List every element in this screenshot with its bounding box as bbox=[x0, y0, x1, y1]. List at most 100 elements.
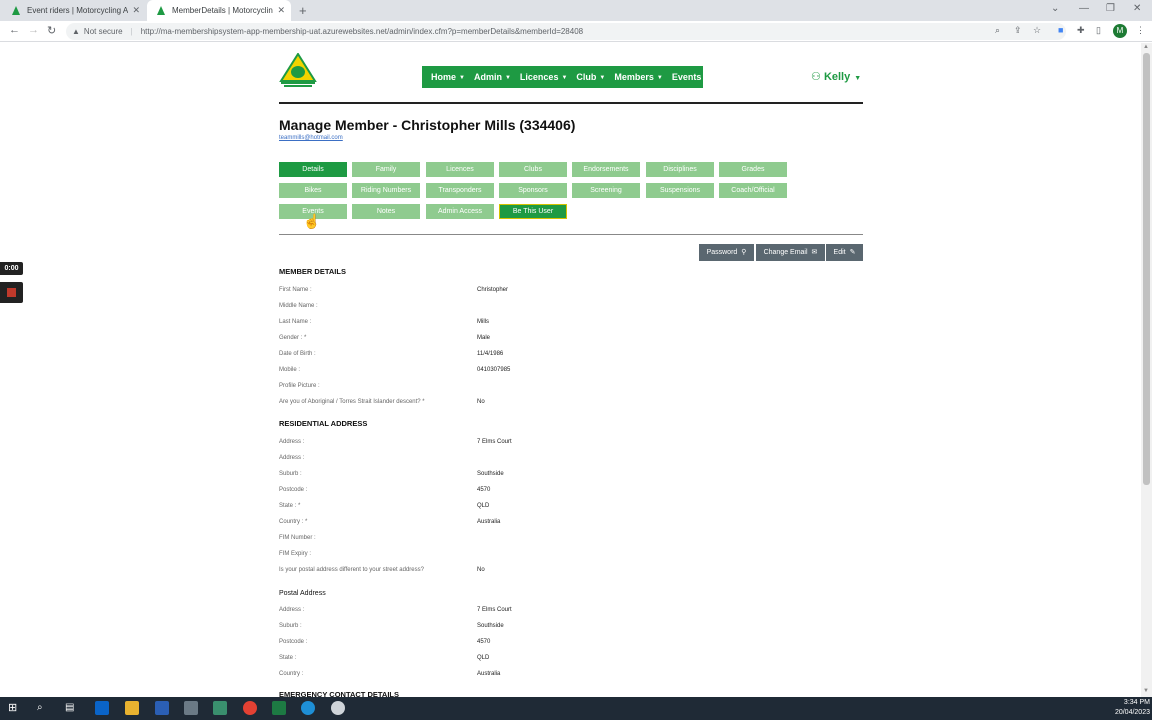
bookmark-star-icon[interactable]: ☆ bbox=[1033, 25, 1041, 36]
field-value: 0410307985 bbox=[477, 367, 511, 373]
extension-icon[interactable]: ■ bbox=[1058, 25, 1063, 35]
field-label: Date of Birth : bbox=[279, 351, 316, 357]
profile-avatar[interactable]: M bbox=[1113, 24, 1127, 38]
window-close-icon[interactable]: ✕ bbox=[1133, 3, 1141, 14]
field-value: Australia bbox=[477, 671, 501, 677]
excel-icon[interactable] bbox=[272, 701, 286, 715]
recorder-app-icon[interactable] bbox=[331, 701, 345, 715]
tab-riding-numbers[interactable]: Riding Numbers bbox=[352, 183, 420, 198]
field-label: Profile Picture : bbox=[279, 383, 320, 389]
windows-start-icon[interactable]: ⊞ bbox=[8, 701, 22, 715]
site-favicon-icon bbox=[12, 6, 21, 15]
tab-clubs[interactable]: Clubs bbox=[499, 162, 567, 177]
edit-button[interactable]: Edit ✎ bbox=[826, 244, 863, 261]
site-favicon-icon bbox=[157, 6, 166, 15]
tab-search-chevron-icon[interactable]: ⌄ bbox=[1051, 3, 1059, 14]
tab-suspensions[interactable]: Suspensions bbox=[646, 183, 714, 198]
nav-club[interactable]: Club ▼ bbox=[576, 72, 605, 82]
nav-admin-label: Admin bbox=[473, 72, 502, 82]
outlook-icon[interactable] bbox=[95, 701, 109, 715]
caret-down-icon: ▼ bbox=[656, 74, 663, 81]
motorcycling-australia-logo[interactable] bbox=[279, 53, 317, 89]
field-label: Postcode : bbox=[279, 487, 308, 493]
edit-button-label: Edit bbox=[833, 249, 846, 256]
tab-screening[interactable]: Screening bbox=[572, 183, 640, 198]
user-icon: ⚇ bbox=[811, 71, 821, 83]
tab-grades[interactable]: Grades bbox=[719, 162, 787, 177]
back-icon[interactable]: ← bbox=[9, 24, 20, 36]
task-view-icon[interactable]: ▤ bbox=[65, 701, 79, 715]
divider: | bbox=[130, 27, 133, 36]
close-icon[interactable]: ✕ bbox=[132, 5, 140, 16]
url-input[interactable]: ▲ Not secure | http://ma-membershipsyste… bbox=[66, 23, 1066, 40]
hand-cursor-icon: ☝ bbox=[303, 213, 321, 229]
browser-tab-member-details[interactable]: MemberDetails | Motorcycling A ✕ bbox=[147, 0, 291, 21]
caret-down-icon: ▼ bbox=[599, 74, 606, 81]
pencil-icon: ✎ bbox=[849, 249, 856, 256]
tab-notes[interactable]: Notes bbox=[352, 204, 420, 219]
nav-events[interactable]: Events ▼ bbox=[672, 72, 710, 82]
tab-coach-official[interactable]: Coach/Official bbox=[719, 183, 787, 198]
tab-licences[interactable]: Licences bbox=[426, 162, 494, 177]
side-panel-icon[interactable]: ▯ bbox=[1096, 25, 1101, 36]
scroll-up-icon[interactable]: ▲ bbox=[1143, 44, 1149, 50]
field-value: Australia bbox=[477, 519, 501, 525]
new-tab-icon[interactable]: + bbox=[299, 3, 307, 18]
scroll-down-icon[interactable]: ▼ bbox=[1143, 688, 1149, 694]
clock-date: 20/04/2023 bbox=[1114, 709, 1150, 716]
field-value: 11/4/1986 bbox=[477, 351, 504, 357]
field-value: 7 Elms Court bbox=[477, 607, 512, 613]
tab-family[interactable]: Family bbox=[352, 162, 420, 177]
browser-tab-title: MemberDetails | Motorcycling A bbox=[172, 6, 274, 15]
nav-members[interactable]: Members ▼ bbox=[614, 72, 662, 82]
nav-home[interactable]: Home ▼ bbox=[431, 72, 465, 82]
field-label: Address : bbox=[279, 439, 305, 445]
tab-transponders[interactable]: Transponders bbox=[426, 183, 494, 198]
browser-tab-strip: Event riders | Motorcycling Austr ✕ Memb… bbox=[0, 0, 1152, 21]
password-button-label: Password bbox=[706, 249, 738, 256]
nav-admin[interactable]: Admin ▼ bbox=[474, 72, 511, 82]
nav-licences[interactable]: Licences ▼ bbox=[520, 72, 567, 82]
field-label: State : * bbox=[279, 503, 301, 509]
tab-sponsors[interactable]: Sponsors bbox=[499, 183, 567, 198]
search-icon[interactable]: ⌕ bbox=[37, 701, 51, 715]
field-value: Christopher bbox=[477, 287, 509, 293]
scrollbar-thumb[interactable] bbox=[1143, 53, 1150, 485]
chrome-icon[interactable] bbox=[243, 701, 257, 715]
tab-admin-access[interactable]: Admin Access bbox=[426, 204, 494, 219]
recording-stop-button[interactable] bbox=[0, 282, 23, 303]
tab-details[interactable]: Details bbox=[279, 162, 347, 177]
close-icon[interactable]: ✕ bbox=[277, 5, 285, 16]
be-this-user-button[interactable]: Be This User bbox=[499, 204, 567, 219]
tab-bikes[interactable]: Bikes bbox=[279, 183, 347, 198]
browser-menu-icon[interactable]: ⋮ bbox=[1136, 25, 1145, 36]
page-scrollbar[interactable]: ▲ ▼ bbox=[1141, 43, 1152, 697]
forward-icon[interactable]: → bbox=[28, 24, 39, 36]
change-email-button[interactable]: Change Email ✉ bbox=[756, 244, 825, 261]
user-name: Kelly bbox=[823, 71, 851, 83]
zoom-icon[interactable]: ⌕ bbox=[995, 25, 1000, 36]
tab-endorsements[interactable]: Endorsements bbox=[572, 162, 640, 177]
browser-tab-event-riders[interactable]: Event riders | Motorcycling Austr ✕ bbox=[2, 0, 146, 21]
nav-club-label: Club bbox=[576, 72, 597, 82]
tab-disciplines[interactable]: Disciplines bbox=[646, 162, 714, 177]
calculator-icon[interactable] bbox=[213, 701, 227, 715]
word-icon[interactable] bbox=[155, 701, 169, 715]
password-button[interactable]: Password ⚲ bbox=[699, 244, 754, 261]
field-label: FIM Number : bbox=[279, 535, 316, 541]
snipping-tool-icon[interactable] bbox=[184, 701, 198, 715]
reload-icon[interactable]: ↻ bbox=[47, 24, 56, 37]
caret-down-icon: ▼ bbox=[459, 74, 465, 81]
file-explorer-icon[interactable] bbox=[125, 701, 139, 715]
share-icon[interactable]: ⇪ bbox=[1014, 25, 1022, 36]
puzzle-extensions-icon[interactable]: ✚ bbox=[1077, 25, 1085, 36]
caret-down-icon: ▼ bbox=[854, 75, 862, 82]
edge-icon[interactable] bbox=[301, 701, 315, 715]
restore-icon[interactable]: ❐ bbox=[1106, 3, 1115, 14]
taskbar-clock[interactable]: 3:34 PM 20/04/2023 bbox=[1105, 698, 1150, 718]
nav-members-label: Members bbox=[614, 72, 654, 82]
user-menu[interactable]: ⚇ Kelly ▼ bbox=[811, 70, 861, 83]
minimize-icon[interactable]: — bbox=[1079, 3, 1089, 14]
member-email-link[interactable]: teammills@hotmail.com bbox=[279, 135, 343, 141]
field-value: 4570 bbox=[477, 639, 491, 645]
